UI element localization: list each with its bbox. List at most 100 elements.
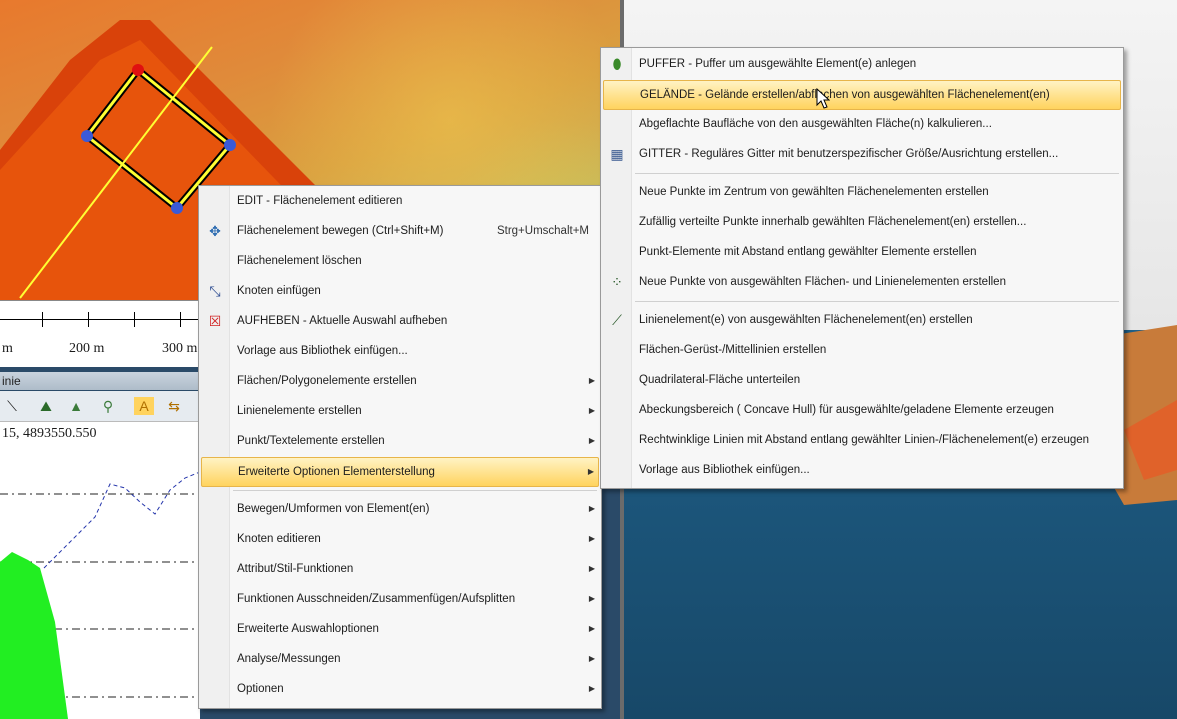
menu-item-insert-vertex[interactable]: ⤡ Knoten einfügen [201, 277, 599, 305]
mouse-cursor-icon [816, 88, 830, 109]
buffer-icon: ⬮ [612, 56, 622, 72]
menu-item-label: Rechtwinklige Linien mit Abstand entlang… [639, 434, 1090, 446]
scale-tick [88, 312, 89, 327]
submenu-item-center-points[interactable]: Neue Punkte im Zentrum von gewählten Flä… [603, 178, 1121, 206]
menu-item-label: Linienelemente erstellen [237, 405, 362, 417]
menu-item-shortcut: Strg+Umschalt+M [496, 225, 589, 237]
submenu-item-quadrilateral[interactable]: Quadrilateral-Fläche unterteilen [603, 366, 1121, 394]
profile-chart [0, 471, 200, 719]
menu-item-advanced-selection[interactable]: Erweiterte Auswahloptionen ▶ [201, 615, 599, 643]
menu-separator [635, 173, 1119, 174]
menu-item-attribute-style[interactable]: Attribut/Stil-Funktionen ▶ [201, 555, 599, 583]
menu-item-deselect[interactable]: ☒ AUFHEBEN - Aktuelle Auswahl aufheben [201, 307, 599, 335]
submenu-arrow-icon: ▶ [588, 406, 595, 415]
submenu-arrow-icon: ▶ [587, 467, 594, 476]
menu-item-label: Flächenelement bewegen (Ctrl+Shift+M) [237, 225, 444, 237]
grid-icon: ▦ [610, 146, 624, 162]
menu-item-label: GELÄNDE - Gelände erstellen/abflachen vo… [640, 89, 1050, 101]
menu-item-create-areas[interactable]: Flächen/Polygonelemente erstellen ▶ [201, 367, 599, 395]
submenu-arrow-icon: ▶ [588, 504, 595, 513]
menu-item-move[interactable]: ✥ Flächenelement bewegen (Ctrl+Shift+M) … [201, 217, 599, 245]
submenu-item-points-along[interactable]: Punkt-Elemente mit Abstand entlang gewäh… [603, 238, 1121, 266]
menu-item-label: Erweiterte Auswahloptionen [237, 623, 379, 635]
scale-label: 300 m [162, 341, 198, 356]
submenu-item-points-from-features[interactable]: ⁘ Neue Punkte von ausgewählten Flächen- … [603, 268, 1121, 296]
menu-separator [635, 301, 1119, 302]
menu-item-delete[interactable]: Flächenelement löschen [201, 247, 599, 275]
label-icon[interactable]: A [134, 397, 154, 415]
profile-chart-icon[interactable]: ⛰ [36, 397, 56, 415]
vertex-handle[interactable] [132, 64, 144, 76]
submenu-item-perpendicular-lines[interactable]: Rechtwinklige Linien mit Abstand entlang… [603, 426, 1121, 454]
scale-tick [134, 312, 135, 327]
menu-item-label: Vorlage aus Bibliothek einfügen... [237, 345, 408, 357]
menu-item-label: EDIT - Flächenelement editieren [237, 195, 403, 207]
submenu-arrow-icon: ▶ [588, 624, 595, 633]
menu-item-label: GITTER - Reguläres Gitter mit benutzersp… [639, 148, 1059, 160]
menu-item-label: Flächenelement löschen [237, 255, 362, 267]
insert-vertex-icon: ⤡ [209, 283, 221, 299]
submenu-item-insert-template[interactable]: Vorlage aus Bibliothek einfügen... [603, 456, 1121, 484]
submenu-arrow-icon: ▶ [588, 684, 595, 693]
scale-bar: m 200 m 300 m [0, 300, 200, 367]
vertex-handle[interactable] [224, 139, 236, 151]
menu-item-create-lines[interactable]: Linienelemente erstellen ▶ [201, 397, 599, 425]
menu-item-label: Bewegen/Umformen von Element(en) [237, 503, 430, 515]
elevation-profile [0, 422, 200, 719]
menu-item-label: Abeckungsbereich ( Concave Hull) für aus… [639, 404, 1054, 416]
menu-item-label: Flächen-Gerüst-/Mittellinien erstellen [639, 344, 827, 356]
menu-item-insert-template[interactable]: Vorlage aus Bibliothek einfügen... [201, 337, 599, 365]
menu-item-label: Flächen/Polygonelemente erstellen [237, 375, 417, 387]
submenu-arrow-icon: ▶ [588, 436, 595, 445]
submenu-item-grid[interactable]: ▦ GITTER - Reguläres Gitter mit benutzer… [603, 140, 1121, 168]
profile-panel-title: inie [0, 372, 202, 390]
menu-item-label: Abgeflachte Baufläche von den ausgewählt… [639, 118, 992, 130]
submenu-arrow-icon: ▶ [588, 594, 595, 603]
menu-item-advanced-creation[interactable]: Erweiterte Optionen Elementerstellung ▶ [201, 457, 599, 487]
menu-item-label: Quadrilateral-Fläche unterteilen [639, 374, 801, 386]
menu-item-move-reshape[interactable]: Bewegen/Umformen von Element(en) ▶ [201, 495, 599, 523]
line-tool-icon[interactable]: ⟍ [2, 397, 22, 415]
menu-item-edit[interactable]: EDIT - Flächenelement editieren [201, 187, 599, 215]
submenu-item-lines-from-areas[interactable]: ⟋ Linienelement(e) von ausgewählten Fläc… [603, 306, 1121, 334]
scale-tick [180, 312, 181, 327]
submenu-item-random-points[interactable]: Zufällig verteilte Punkte innerhalb gewä… [603, 208, 1121, 236]
scale-label: 200 m [69, 341, 105, 356]
menu-item-label: AUFHEBEN - Aktuelle Auswahl aufheben [237, 315, 448, 327]
menu-item-label: Neue Punkte im Zentrum von gewählten Flä… [639, 186, 989, 198]
submenu-item-buffer[interactable]: ⬮ PUFFER - Puffer um ausgewählte Element… [603, 50, 1121, 78]
menu-item-label: PUFFER - Puffer um ausgewählte Element(e… [639, 58, 917, 70]
scale-label: m [2, 341, 13, 356]
surface-profile [43, 471, 200, 569]
terrain-profile [0, 552, 68, 719]
submenu-arrow-icon: ▶ [588, 376, 595, 385]
vertex-handle[interactable] [171, 202, 183, 214]
zoom-terrain-icon[interactable]: ⚲ [98, 397, 118, 415]
arrow-icon[interactable]: ⇆ [164, 397, 184, 415]
terrain-icon[interactable]: ▲ [66, 397, 86, 415]
menu-item-label: Punkt/Textelemente erstellen [237, 435, 385, 447]
submenu-item-concave-hull[interactable]: Abeckungsbereich ( Concave Hull) für aus… [603, 396, 1121, 424]
menu-item-cut-merge-split[interactable]: Funktionen Ausschneiden/Zusammenfügen/Au… [201, 585, 599, 613]
menu-item-edit-vertices[interactable]: Knoten editieren ▶ [201, 525, 599, 553]
menu-item-label: Funktionen Ausschneiden/Zusammenfügen/Au… [237, 593, 516, 605]
menu-item-options[interactable]: Optionen ▶ [201, 675, 599, 703]
menu-item-create-points[interactable]: Punkt/Textelemente erstellen ▶ [201, 427, 599, 455]
menu-item-analysis[interactable]: Analyse/Messungen ▶ [201, 645, 599, 673]
menu-item-label: Analyse/Messungen [237, 653, 341, 665]
menu-item-label: Erweiterte Optionen Elementerstellung [238, 466, 435, 478]
submenu-item-terrain[interactable]: GELÄNDE - Gelände erstellen/abflachen vo… [603, 80, 1121, 110]
scale-tick [42, 312, 43, 327]
submenu-arrow-icon: ▶ [588, 564, 595, 573]
menu-item-label: Attribut/Stil-Funktionen [237, 563, 354, 575]
submenu: ⬮ PUFFER - Puffer um ausgewählte Element… [600, 47, 1124, 489]
submenu-item-skeleton[interactable]: Flächen-Gerüst-/Mittellinien erstellen [603, 336, 1121, 364]
menu-item-label: Linienelement(e) von ausgewählten Fläche… [639, 314, 973, 326]
submenu-arrow-icon: ▶ [588, 654, 595, 663]
submenu-item-flattened-area[interactable]: Abgeflachte Baufläche von den ausgewählt… [603, 110, 1121, 138]
menu-item-label: Optionen [237, 683, 284, 695]
menu-item-label: Knoten editieren [237, 533, 321, 545]
menu-separator [233, 490, 597, 491]
profile-toolbar: ⟍ ⛰ ▲ ⚲ A ⇆ [0, 391, 200, 422]
vertex-handle[interactable] [81, 130, 93, 142]
